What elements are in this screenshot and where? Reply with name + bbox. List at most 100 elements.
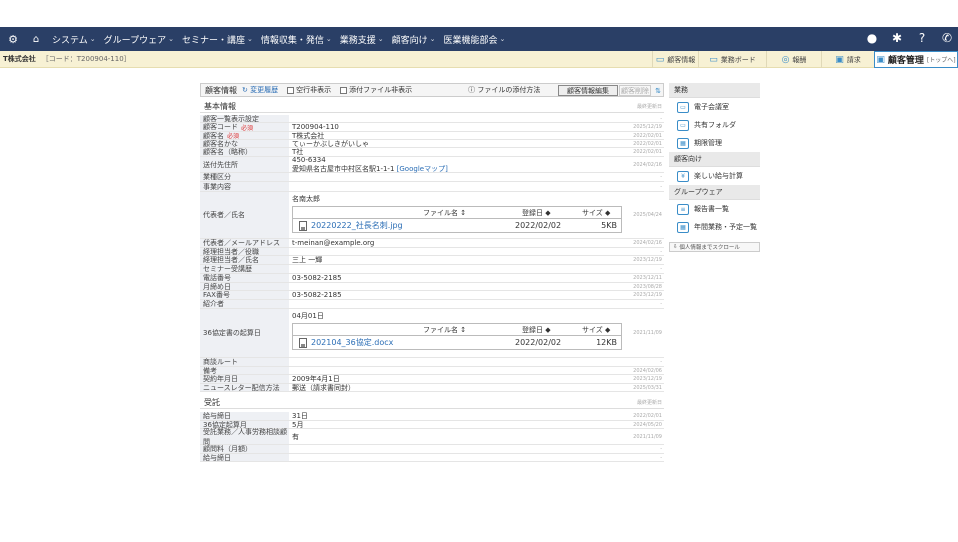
- field-label-text: 送付先住所: [203, 160, 238, 169]
- info-row: 送付先住所 450-6334 愛知県名古屋市中村区名駅1-1-1 [Googleマッ…: [200, 155, 664, 173]
- tab-customer-management[interactable]: ▣ 顧客管理 [トップへ]: [874, 51, 958, 68]
- info-row: 代表者／氏名 名南太郎 ファイル名 ↕ 登録日 ◆ サイズ ◆ 20220222_社長名刺…: [200, 192, 664, 239]
- updated-date: -: [660, 174, 662, 180]
- info-row: 月締め日 2023/08/28: [200, 283, 664, 291]
- meeting-room-icon: ▭: [677, 101, 689, 113]
- nav-groupware[interactable]: グループウェア ⌄: [104, 33, 174, 46]
- field-value: 31日: [292, 412, 622, 420]
- field-label: 事業内容: [200, 182, 289, 191]
- checkbox-label: 空行非表示: [296, 86, 332, 94]
- field-label: FAX番号: [200, 291, 289, 299]
- chevron-down-icon: ⌄: [429, 35, 436, 43]
- history-link[interactable]: ↻ 変更履歴: [242, 85, 278, 95]
- nav-label: 顧客向け: [391, 35, 428, 46]
- field-label: 業種区分: [200, 173, 289, 181]
- tab-invoice[interactable]: ▣ 請求: [821, 51, 874, 68]
- field-value: 5月: [292, 421, 622, 429]
- attachment-link[interactable]: 20220222_社長名刺.jpg: [299, 220, 403, 231]
- last-updated-label: 最終更新日: [636, 104, 662, 110]
- sidebar-item-annual-schedule[interactable]: ▦ 年間業務・予定一覧: [669, 218, 760, 236]
- nav-customer[interactable]: 顧客向け ⌄: [392, 33, 436, 46]
- col-filename[interactable]: ファイル名 ↕: [423, 208, 466, 218]
- checkbox-box[interactable]: [340, 86, 348, 94]
- phone-icon[interactable]: ✆: [940, 30, 954, 46]
- nav-label: システム: [52, 35, 88, 46]
- col-date[interactable]: 登録日 ◆: [522, 208, 551, 218]
- sidebar-head-business: 業務: [669, 83, 760, 98]
- field-label: 経理担当者／氏名: [200, 256, 289, 264]
- col-date[interactable]: 登録日 ◆: [522, 325, 551, 335]
- panel-title: 顧客情報: [205, 85, 237, 95]
- info-row: セミナー受講歴 -: [200, 265, 664, 274]
- nav-label: 情報収集・発信: [260, 35, 324, 46]
- hide-attachments-checkbox[interactable]: 添付ファイル非表示: [340, 85, 412, 95]
- main-navbar: ⚙ ⌂ システム ⌄ グループウェア ⌄ セミナー・講座 ⌄ 情報収集・発信 ⌄ 業務支…: [0, 27, 958, 51]
- info-row: 備考 2024/02/06: [200, 367, 664, 375]
- updated-date: 2023/12/19: [633, 292, 662, 298]
- postal-code: 450-6334: [292, 155, 326, 164]
- scroll-to-personal-button[interactable]: ⇩ 個人情報までスクロール: [669, 242, 760, 252]
- sort-icon[interactable]: ⇅: [652, 85, 664, 96]
- sidebar-item-deadline[interactable]: ▦ 期限管理: [669, 134, 760, 152]
- top-link[interactable]: [トップへ]: [927, 55, 956, 64]
- info-row: 受託業務／人事労務相談顧問有 2021/11/09: [200, 428, 664, 446]
- col-filename[interactable]: ファイル名 ↕: [423, 325, 466, 335]
- report-icon: ≡: [677, 203, 689, 215]
- nav-label: グループウェア: [103, 35, 167, 46]
- info-row: 業種区分 -: [200, 173, 664, 182]
- delete-customer-button[interactable]: 顧客削除: [619, 85, 651, 96]
- attach-howto-link[interactable]: ⓘ ファイルの添付方法: [468, 85, 540, 95]
- nav-business[interactable]: 業務支援 ⌄: [340, 33, 384, 46]
- tab-fee[interactable]: ◎ 報酬: [766, 51, 821, 68]
- sidebar-item-meeting-room[interactable]: ▭ 電子会議室: [669, 98, 760, 116]
- attachment-name: 202104_36協定.docx: [311, 338, 394, 347]
- nav-info[interactable]: 情報収集・発信 ⌄: [261, 33, 332, 46]
- checkbox-label: 添付ファイル非表示: [349, 86, 413, 94]
- field-label-text: 紹介者: [203, 300, 224, 308]
- col-size[interactable]: サイズ ◆: [582, 325, 610, 335]
- updated-date: 2024/02/16: [633, 161, 662, 168]
- info-row: 電話番号 03-5082-2185 2023/12/11: [200, 274, 664, 283]
- updated-date: -: [660, 115, 662, 122]
- field-value: [292, 248, 622, 255]
- nav-medical[interactable]: 医業機能部会 ⌄: [444, 33, 506, 46]
- hide-blank-checkbox[interactable]: 空行非表示: [287, 85, 331, 95]
- field-label: 36協定書の起算日: [200, 309, 289, 357]
- sidebar-item-shared-folder[interactable]: ▭ 共有フォルダ: [669, 116, 760, 134]
- info-row: 給与締日 31日 2022/02/01: [200, 412, 664, 421]
- field-label: 備考: [200, 367, 289, 375]
- section-title: 受託: [204, 398, 220, 407]
- updated-date: 2025/12/19: [633, 124, 662, 130]
- field-value-text: 03-5082-2185: [292, 291, 342, 299]
- tab-customer-info[interactable]: ▭ 顧客情報: [652, 51, 698, 68]
- checkbox-box[interactable]: [287, 86, 295, 94]
- col-size[interactable]: サイズ ◆: [582, 208, 610, 218]
- sidebar-item-payroll[interactable]: ¥ 楽しい給与計算: [669, 167, 760, 185]
- field-value: [292, 173, 622, 181]
- nav-seminar[interactable]: セミナー・講座 ⌄: [182, 33, 253, 46]
- field-label: 月締め日: [200, 283, 289, 291]
- attach-howto-label: ファイルの添付方法: [477, 86, 541, 94]
- edit-customer-button[interactable]: 顧客情報編集: [558, 85, 618, 96]
- info-row: FAX番号 03-5082-2185 2023/12/19: [200, 291, 664, 300]
- home-icon[interactable]: ⌂: [28, 31, 44, 47]
- field-label: 顧客名（略称）: [200, 148, 289, 156]
- field-value-text: 三上 一輝: [292, 256, 323, 264]
- attachment-date: 2022/02/02: [515, 221, 562, 230]
- gear-icon[interactable]: ✱: [890, 30, 904, 46]
- field-label-text: 給与締日: [203, 453, 231, 462]
- help-icon[interactable]: ?: [915, 30, 929, 46]
- section-contract: 受託 最終更新日: [200, 397, 664, 409]
- field-label: 顧客一覧表示設定: [200, 115, 289, 123]
- info-row: 給与締日 -: [200, 454, 664, 462]
- google-map-link[interactable]: [Googleマップ]: [397, 165, 448, 173]
- tab-business-board[interactable]: ▭ 業務ボード: [698, 51, 766, 68]
- updated-date: 2024/05/20: [633, 421, 662, 428]
- user-icon[interactable]: ●: [865, 30, 879, 46]
- app-logo-icon[interactable]: ⚙: [5, 31, 21, 47]
- sidebar-item-reports[interactable]: ≡ 報告書一覧: [669, 200, 760, 218]
- field-value: [292, 300, 622, 308]
- attachment-link[interactable]: 202104_36協定.docx: [299, 337, 393, 348]
- nav-system[interactable]: システム ⌄: [52, 33, 96, 46]
- attachment-row: 20220222_社長名刺.jpg 2022/02/02 5KB: [293, 219, 621, 232]
